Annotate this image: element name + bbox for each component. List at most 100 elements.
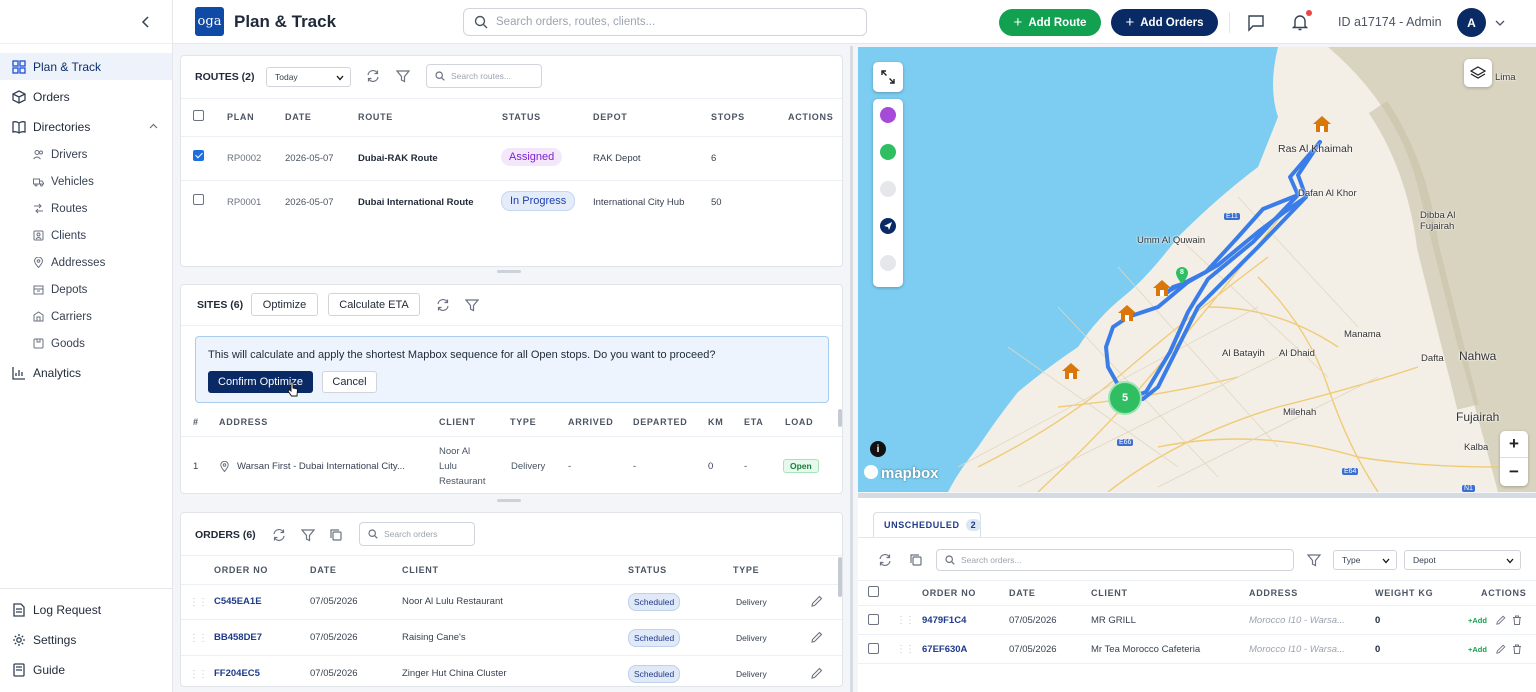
traffic-layer-icon[interactable] xyxy=(880,255,896,271)
edit-icon[interactable] xyxy=(1496,615,1506,625)
trash-icon[interactable] xyxy=(1512,615,1522,625)
order-no-cell[interactable]: 9479F1C4 xyxy=(922,615,966,626)
sidebar-item-addresses[interactable]: Addresses xyxy=(0,249,172,276)
calculate-eta-button[interactable]: Calculate ETA xyxy=(328,293,420,316)
row-checkbox[interactable] xyxy=(868,614,879,625)
order-no-cell[interactable]: C545EA1E xyxy=(214,596,262,607)
depot-house-icon[interactable] xyxy=(1152,279,1172,297)
refresh-icon[interactable] xyxy=(272,528,286,542)
copy-icon[interactable] xyxy=(909,553,923,567)
route-cell[interactable]: Dubai International Route xyxy=(358,197,474,208)
vertical-splitter[interactable] xyxy=(850,46,853,692)
order-no-cell[interactable]: 67EF630A xyxy=(922,644,967,655)
sidebar-item-label: Settings xyxy=(33,632,77,647)
unscheduled-search-input[interactable]: Search orders... xyxy=(936,549,1294,571)
chat-icon[interactable] xyxy=(1247,14,1265,32)
depot-house-icon[interactable] xyxy=(1312,115,1332,133)
sidebar-item-guide[interactable]: Guide xyxy=(0,656,172,683)
fullscreen-button[interactable] xyxy=(873,62,903,92)
sidebar-item-drivers[interactable]: Drivers xyxy=(0,141,172,168)
sidebar-item-settings[interactable]: Settings xyxy=(0,626,172,653)
optimize-button[interactable]: Optimize xyxy=(251,293,318,316)
routes-search-input[interactable]: Search routes... xyxy=(426,64,542,88)
routes-date-filter[interactable]: Today xyxy=(266,67,351,87)
type-filter-select[interactable]: Type xyxy=(1333,550,1397,570)
add-route-button[interactable]: + Add Route xyxy=(999,9,1101,36)
global-search-input[interactable]: Search orders, routes, clients... xyxy=(463,8,867,36)
sidebar-item-plan-track[interactable]: Plan & Track xyxy=(0,53,172,80)
date-cell: 2026-05-07 xyxy=(285,197,334,208)
orders-search-input[interactable]: Search orders xyxy=(359,522,475,546)
orders-layer-icon[interactable] xyxy=(880,144,896,160)
depot-house-icon[interactable] xyxy=(1061,362,1081,380)
chevron-down-icon[interactable] xyxy=(1495,18,1505,28)
chevron-up-icon[interactable] xyxy=(149,122,158,131)
stops-layer-icon[interactable] xyxy=(880,181,896,197)
drag-handle-icon[interactable]: ⋮⋮ xyxy=(189,633,208,644)
order-no-cell[interactable]: BB458DE7 xyxy=(214,632,262,643)
edit-icon[interactable] xyxy=(811,667,823,679)
sidebar-item-orders[interactable]: Orders xyxy=(0,83,172,110)
app-logo[interactable]: oga xyxy=(195,7,224,36)
sidebar-item-log-request[interactable]: Log Request xyxy=(0,596,172,623)
resize-handle[interactable] xyxy=(497,270,521,273)
info-icon[interactable]: i xyxy=(870,441,886,457)
edit-icon[interactable] xyxy=(811,631,823,643)
map-canvas[interactable] xyxy=(858,47,1536,492)
edit-icon[interactable] xyxy=(1496,644,1506,654)
divider xyxy=(858,537,1536,538)
depot-layer-icon[interactable] xyxy=(880,107,896,123)
drag-handle-icon[interactable]: ⋮⋮ xyxy=(189,669,208,680)
row-checkbox[interactable] xyxy=(868,643,879,654)
filter-icon[interactable] xyxy=(1307,553,1321,567)
refresh-icon[interactable] xyxy=(366,69,380,83)
tab-unscheduled[interactable]: UNSCHEDULED 2 xyxy=(873,512,981,537)
route-cell[interactable]: Dubai-RAK Route xyxy=(358,153,438,164)
sidebar-item-routes[interactable]: Routes xyxy=(0,195,172,222)
refresh-icon[interactable] xyxy=(878,553,892,567)
cancel-button[interactable]: Cancel xyxy=(322,371,377,393)
refresh-icon[interactable] xyxy=(436,298,450,312)
sidebar-item-analytics[interactable]: Analytics xyxy=(0,359,172,386)
edit-icon[interactable] xyxy=(811,595,823,607)
sidebar-item-clients[interactable]: Clients xyxy=(0,222,172,249)
add-to-route-button[interactable]: +Add xyxy=(1468,645,1487,654)
filter-icon[interactable] xyxy=(301,528,315,542)
drag-handle-icon[interactable]: ⋮⋮ xyxy=(896,615,915,626)
row-checkbox[interactable] xyxy=(193,150,204,161)
add-to-route-button[interactable]: +Add xyxy=(1468,616,1487,625)
chevron-left-icon[interactable] xyxy=(138,14,154,30)
drag-handle-icon[interactable]: ⋮⋮ xyxy=(189,597,208,608)
select-all-checkbox[interactable] xyxy=(868,586,879,597)
scrollbar[interactable] xyxy=(838,409,842,427)
filter-icon[interactable] xyxy=(396,69,410,83)
copy-icon[interactable] xyxy=(329,528,343,542)
bell-icon[interactable] xyxy=(1291,13,1309,31)
status-badge: In Progress xyxy=(501,191,576,211)
drag-handle-icon[interactable]: ⋮⋮ xyxy=(896,644,915,655)
depot-house-icon[interactable] xyxy=(1117,304,1137,322)
scrollbar[interactable] xyxy=(838,557,842,597)
sidebar-item-depots[interactable]: Depots xyxy=(0,276,172,303)
layers-button[interactable] xyxy=(1464,59,1492,87)
filter-icon[interactable] xyxy=(465,298,479,312)
select-all-checkbox[interactable] xyxy=(193,110,204,121)
navigate-icon[interactable] xyxy=(880,218,896,234)
avatar[interactable]: A xyxy=(1457,8,1486,37)
map-panel[interactable]: Ras Al Khaimah Dafan Al Khor Umm Al Quwa… xyxy=(858,47,1536,492)
order-no-cell[interactable]: FF204EC5 xyxy=(214,668,260,679)
cluster-marker[interactable]: 5 xyxy=(1108,381,1142,415)
guide-icon xyxy=(12,662,26,677)
trash-icon[interactable] xyxy=(1512,644,1522,654)
sidebar-item-directories[interactable]: Directories xyxy=(0,113,172,140)
sidebar-item-vehicles[interactable]: Vehicles xyxy=(0,168,172,195)
row-checkbox[interactable] xyxy=(193,194,204,205)
sidebar-item-carriers[interactable]: Carriers xyxy=(0,303,172,330)
add-orders-button[interactable]: + Add Orders xyxy=(1111,9,1218,36)
sidebar-item-goods[interactable]: Goods xyxy=(0,330,172,357)
zoom-out-button[interactable]: − xyxy=(1500,458,1528,485)
stop-marker[interactable]: 8 xyxy=(1175,267,1189,285)
depot-filter-select[interactable]: Depot xyxy=(1404,550,1521,570)
resize-handle[interactable] xyxy=(497,499,521,502)
zoom-in-button[interactable]: + xyxy=(1500,431,1528,458)
